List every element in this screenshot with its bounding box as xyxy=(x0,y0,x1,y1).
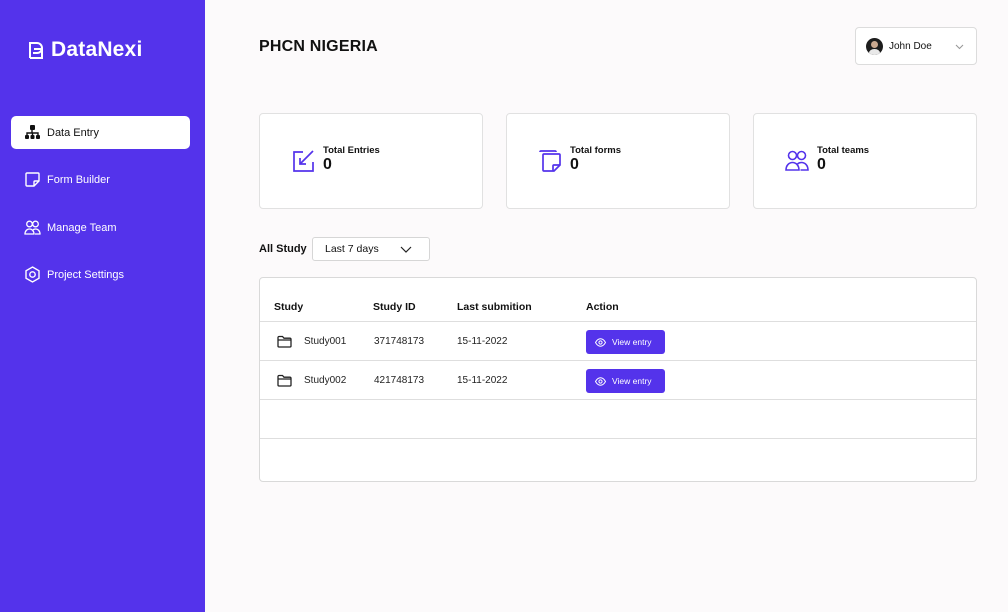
sidebar-item-form-builder[interactable]: Form Builder xyxy=(11,163,190,196)
sidebar-item-label: Data Entry xyxy=(47,126,99,139)
filter-label: All Study xyxy=(259,243,307,255)
folder-icon xyxy=(277,374,292,387)
settings-icon xyxy=(25,266,40,283)
study-name: Study001 xyxy=(304,336,347,347)
teams-icon xyxy=(785,150,809,171)
study-id: 371748173 xyxy=(374,336,425,347)
table-row: Study001 371748173 15-11-2022 View entry xyxy=(260,322,976,361)
sidebar-item-label: Form Builder xyxy=(47,173,110,186)
date-range-select[interactable]: Last 7 days xyxy=(312,237,430,261)
avatar xyxy=(866,37,883,55)
study-name: Study002 xyxy=(304,375,347,386)
stat-label: Total teams xyxy=(817,145,870,156)
chevron-down-icon xyxy=(400,246,412,253)
user-menu[interactable]: John Doe xyxy=(855,27,977,65)
sidebar-item-data-entry[interactable]: Data Entry xyxy=(11,116,190,149)
column-header-action: Action xyxy=(586,301,619,313)
stat-value: 0 xyxy=(570,156,579,173)
column-header-study: Study xyxy=(274,301,304,313)
forms-icon xyxy=(539,150,561,172)
column-header-last-submission: Last submition xyxy=(457,301,532,313)
hierarchy-icon xyxy=(25,125,40,139)
stat-card-total-forms: Total forms 0 xyxy=(506,113,730,209)
view-entry-button[interactable]: View entry xyxy=(586,369,665,393)
user-name: John Doe xyxy=(889,40,932,52)
sidebar: DataNexi Data Entry Form Builder Manage … xyxy=(0,0,205,612)
edit-entry-icon xyxy=(293,150,314,172)
folder-icon xyxy=(277,335,292,348)
date-range-value: Last 7 days xyxy=(325,243,379,255)
form-icon xyxy=(25,172,40,187)
stat-card-total-entries: Total Entries 0 xyxy=(259,113,483,209)
team-icon xyxy=(24,220,41,235)
view-entry-label: View entry xyxy=(612,376,652,386)
datanexi-logo-icon xyxy=(29,42,43,59)
eye-icon xyxy=(595,337,606,347)
last-submission-date: 15-11-2022 xyxy=(457,336,508,347)
sidebar-item-manage-team[interactable]: Manage Team xyxy=(11,211,190,244)
stat-label: Total Entries xyxy=(323,145,380,156)
sidebar-item-label: Project Settings xyxy=(47,268,125,281)
view-entry-label: View entry xyxy=(612,337,652,347)
table-row-empty xyxy=(260,400,976,439)
stat-card-total-teams: Total teams 0 xyxy=(753,113,977,209)
eye-icon xyxy=(595,376,606,386)
table-header-row: Study Study ID Last submition Action xyxy=(260,278,976,322)
page-title: PHCN NIGERIA xyxy=(259,38,378,55)
stat-value: 0 xyxy=(817,156,826,173)
sidebar-item-label: Manage Team xyxy=(47,221,117,234)
studies-table: Study Study ID Last submition Action Stu… xyxy=(259,277,977,482)
stat-value: 0 xyxy=(323,156,332,173)
last-submission-date: 15-11-2022 xyxy=(457,375,508,386)
app-logo[interactable]: DataNexi xyxy=(28,38,142,62)
table-row: Study002 421748173 15-11-2022 View entry xyxy=(260,361,976,400)
view-entry-button[interactable]: View entry xyxy=(586,330,665,354)
logo-text: DataNexi xyxy=(51,38,143,61)
column-header-study-id: Study ID xyxy=(373,301,416,313)
chevron-down-icon xyxy=(955,44,964,50)
sidebar-item-project-settings[interactable]: Project Settings xyxy=(11,258,190,291)
study-id: 421748173 xyxy=(374,375,425,386)
stat-label: Total forms xyxy=(570,145,622,156)
